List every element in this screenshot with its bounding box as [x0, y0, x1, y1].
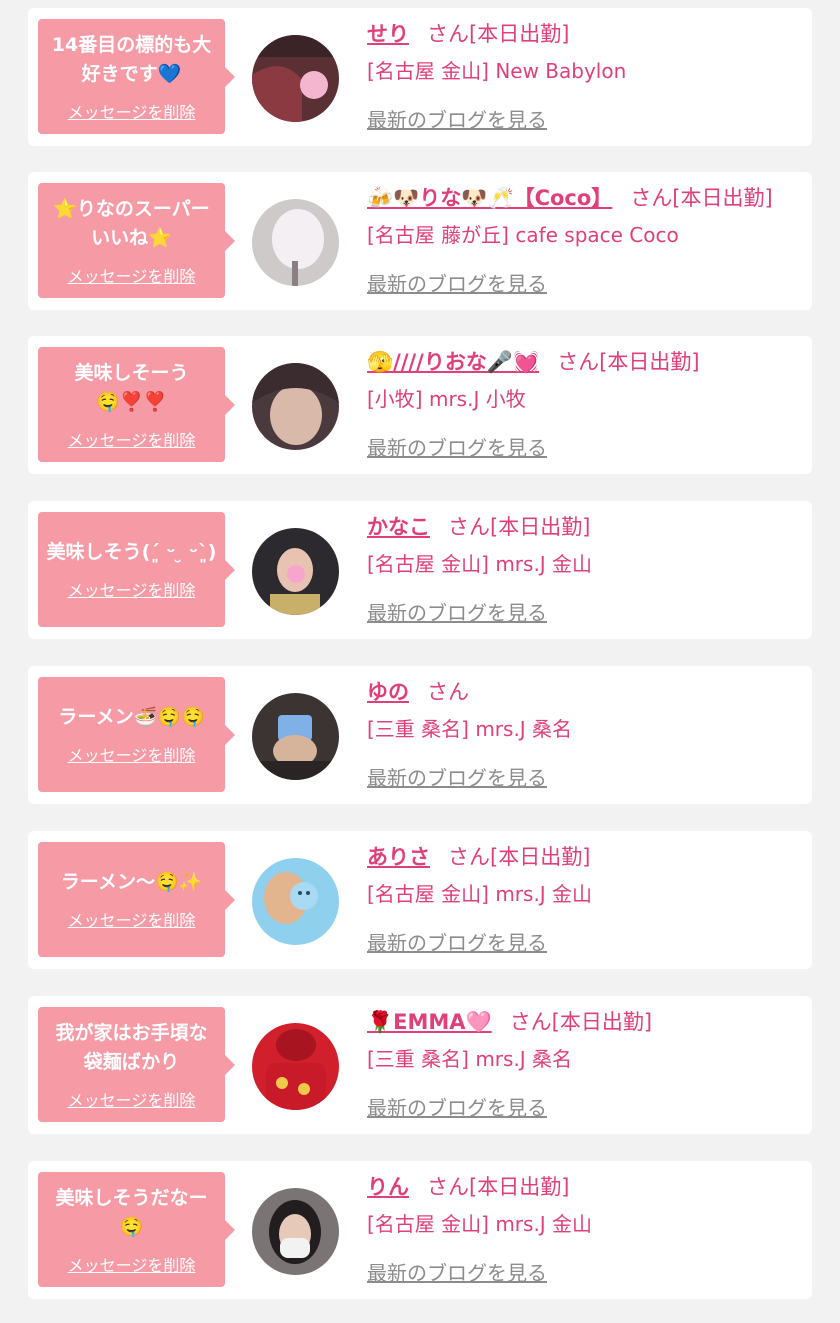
latest-blog-link[interactable]: 最新のブログを見る [367, 927, 547, 956]
latest-blog-link[interactable]: 最新のブログを見る [367, 104, 547, 133]
message-card: 我が家はお手頃な 袋麺ばかり メッセージを削除 🌹EMMA🩷 さん[本日出勤] [… [28, 996, 812, 1134]
girl-info: せり さん[本日出勤] [名古屋 金山] New Babylon 最新のブログを見… [367, 20, 804, 133]
girl-info: りん さん[本日出勤] [名古屋 金山] mrs.J 金山 最新のブログを見る [367, 1173, 804, 1286]
delete-message-link[interactable]: メッセージを削除 [68, 263, 196, 287]
message-bubble: 14番目の標的も大 好きです💙 メッセージを削除 [38, 19, 235, 134]
message-text: 美味しそうだなー 🤤 [55, 1186, 208, 1238]
shop-name: [名古屋 藤が丘] cafe space Coco [367, 223, 679, 247]
girl-name-link[interactable]: りん [367, 1175, 409, 1199]
message-text: 14番目の標的も大 好きです💙 [51, 33, 212, 85]
girl-status: さん[本日出勤] [630, 186, 773, 210]
message-text: 我が家はお手頃な 袋麺ばかり [55, 1021, 208, 1073]
shop-name: [小牧] mrs.J 小牧 [367, 387, 526, 411]
latest-blog-link[interactable]: 最新のブログを見る [367, 762, 547, 791]
girl-info: 🍻🐶りな🐶🥂【Coco】 さん[本日出勤] [名古屋 藤が丘] cafe spac… [367, 184, 804, 297]
profile-photo-icon[interactable] [252, 1188, 339, 1275]
profile-photo-icon[interactable] [252, 1023, 339, 1110]
girl-name-link[interactable]: 🌹EMMA🩷 [367, 1010, 492, 1034]
profile-photo-icon[interactable] [252, 528, 339, 615]
message-card: 美味しそう(´͈ ᵕ ̮ ᵕ`͈) メッセージを削除 かなこ さん[本日出勤] [… [28, 501, 812, 639]
message-bubble: 美味しそーう 🤤❣️❣️ メッセージを削除 [38, 347, 235, 462]
shop-name: [名古屋 金山] mrs.J 金山 [367, 882, 593, 906]
girl-name-link[interactable]: 🍻🐶りな🐶🥂【Coco】 [367, 186, 612, 210]
girl-status: さん[本日出勤] [509, 1010, 653, 1034]
message-text: ⭐りなのスーパー いいね⭐ [53, 197, 210, 249]
profile-photo-icon[interactable] [252, 35, 339, 122]
latest-blog-link[interactable]: 最新のブログを見る [367, 432, 547, 461]
delete-message-link[interactable]: メッセージを削除 [68, 577, 196, 601]
delete-message-link[interactable]: メッセージを削除 [68, 1252, 196, 1276]
shop-name: [名古屋 金山] New Babylon [367, 59, 627, 83]
girl-info: 🫣////りおな🎤💓 さん[本日出勤] [小牧] mrs.J 小牧 最新のブログを… [367, 348, 804, 461]
girl-name-link[interactable]: ゆの [367, 680, 409, 704]
delete-message-link[interactable]: メッセージを削除 [68, 907, 196, 931]
message-bubble: ラーメン〜🤤✨ メッセージを削除 [38, 842, 235, 957]
message-card: 14番目の標的も大 好きです💙 メッセージを削除 せり さん[本日出勤] [名古屋… [28, 8, 812, 146]
profile-photo-icon[interactable] [252, 858, 339, 945]
message-bubble: ⭐りなのスーパー いいね⭐ メッセージを削除 [38, 183, 235, 298]
girl-name-link[interactable]: ありさ [367, 845, 430, 869]
shop-name: [三重 桑名] mrs.J 桑名 [367, 1047, 573, 1071]
message-bubble: 我が家はお手頃な 袋麺ばかり メッセージを削除 [38, 1007, 235, 1122]
shop-name: [名古屋 金山] mrs.J 金山 [367, 1212, 593, 1236]
girl-status: さん[本日出勤] [427, 22, 570, 46]
profile-photo-icon[interactable] [252, 199, 339, 286]
girl-status: さん[本日出勤] [557, 350, 700, 374]
shop-name: [名古屋 金山] mrs.J 金山 [367, 552, 593, 576]
message-card: ⭐りなのスーパー いいね⭐ メッセージを削除 🍻🐶りな🐶🥂【Coco】 さん[本日… [28, 172, 812, 310]
delete-message-link[interactable]: メッセージを削除 [68, 427, 196, 451]
message-text: 美味しそう(´͈ ᵕ ̮ ᵕ`͈) [46, 541, 217, 563]
message-card: ラーメン〜🤤✨ メッセージを削除 ありさ さん[本日出勤] [名古屋 金山] mr… [28, 831, 812, 969]
message-text: 美味しそーう 🤤❣️❣️ [74, 361, 189, 413]
message-text: ラーメン🍜🤤🤤 [58, 706, 205, 728]
delete-message-link[interactable]: メッセージを削除 [68, 99, 196, 123]
girl-info: ゆの さん [三重 桑名] mrs.J 桑名 最新のブログを見る [367, 678, 804, 791]
message-list: 14番目の標的も大 好きです💙 メッセージを削除 せり さん[本日出勤] [名古屋… [0, 0, 840, 1323]
girl-info: ありさ さん[本日出勤] [名古屋 金山] mrs.J 金山 最新のブログを見る [367, 843, 804, 956]
latest-blog-link[interactable]: 最新のブログを見る [367, 597, 547, 626]
message-card: ラーメン🍜🤤🤤 メッセージを削除 ゆの さん [三重 桑名] mrs.J 桑名 最… [28, 666, 812, 804]
girl-info: 🌹EMMA🩷 さん[本日出勤] [三重 桑名] mrs.J 桑名 最新のブログを見… [367, 1008, 804, 1121]
profile-photo-icon[interactable] [252, 693, 339, 780]
girl-status: さん[本日出勤] [427, 1175, 570, 1199]
message-card: 美味しそーう 🤤❣️❣️ メッセージを削除 🫣////りおな🎤💓 さん[本日出勤]… [28, 336, 812, 474]
message-card: 美味しそうだなー 🤤 メッセージを削除 りん さん[本日出勤] [名古屋 金山] … [28, 1161, 812, 1299]
message-bubble: 美味しそうだなー 🤤 メッセージを削除 [38, 1172, 235, 1287]
delete-message-link[interactable]: メッセージを削除 [68, 1087, 196, 1111]
message-bubble: 美味しそう(´͈ ᵕ ̮ ᵕ`͈) メッセージを削除 [38, 512, 235, 627]
latest-blog-link[interactable]: 最新のブログを見る [367, 268, 547, 297]
latest-blog-link[interactable]: 最新のブログを見る [367, 1092, 547, 1121]
delete-message-link[interactable]: メッセージを削除 [68, 742, 196, 766]
girl-status: さん [427, 680, 469, 704]
latest-blog-link[interactable]: 最新のブログを見る [367, 1257, 547, 1286]
profile-photo-icon[interactable] [252, 363, 339, 450]
girl-status: さん[本日出勤] [448, 845, 591, 869]
message-text: ラーメン〜🤤✨ [60, 871, 203, 893]
girl-name-link[interactable]: かなこ [367, 515, 430, 539]
shop-name: [三重 桑名] mrs.J 桑名 [367, 717, 573, 741]
girl-name-link[interactable]: 🫣////りおな🎤💓 [367, 350, 539, 374]
girl-name-link[interactable]: せり [367, 22, 409, 46]
girl-status: さん[本日出勤] [448, 515, 591, 539]
girl-info: かなこ さん[本日出勤] [名古屋 金山] mrs.J 金山 最新のブログを見る [367, 513, 804, 626]
message-bubble: ラーメン🍜🤤🤤 メッセージを削除 [38, 677, 235, 792]
